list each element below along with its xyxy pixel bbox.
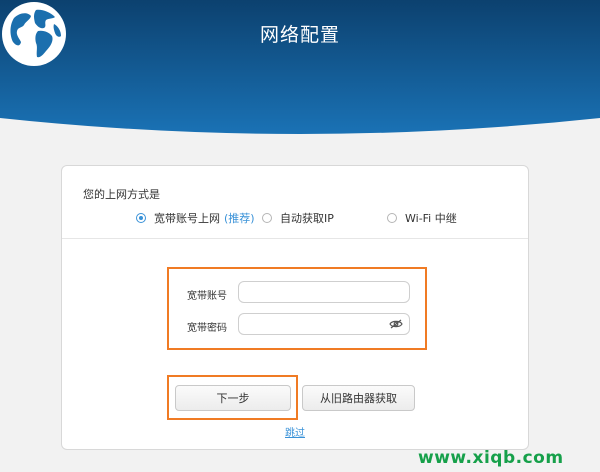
next-step-button[interactable]: 下一步 [175, 385, 291, 411]
radio-dhcp[interactable]: 自动获取IP [262, 210, 334, 226]
radio-dhcp-label: 自动获取IP [280, 212, 334, 225]
page-title: 网络配置 [259, 24, 340, 46]
radio-button[interactable] [262, 213, 272, 223]
radio-button-selected[interactable] [136, 213, 146, 223]
password-input[interactable] [238, 313, 410, 335]
watermark: www.xiqb.com [418, 448, 564, 468]
radio-button[interactable] [387, 213, 397, 223]
eye-icon[interactable] [389, 319, 403, 329]
divider [62, 238, 528, 239]
header-banner: 网络配置 [0, 0, 600, 140]
radio-pppoe-label: 宽带账号上网 [154, 212, 220, 225]
import-from-old-router-button[interactable]: 从旧路由器获取 [302, 385, 415, 411]
globe-icon [2, 2, 66, 66]
recommend-tag: (推荐) [224, 212, 255, 225]
radio-wifi-repeater-label: Wi-Fi 中继 [405, 212, 457, 225]
fields-highlight [167, 267, 427, 350]
connection-question: 您的上网方式是 [83, 188, 160, 201]
skip-link[interactable]: 跳过 [285, 424, 305, 439]
password-label: 宽带密码 [187, 323, 227, 334]
account-label: 宽带账号 [187, 291, 227, 302]
radio-wifi-repeater[interactable]: Wi-Fi 中继 [387, 210, 457, 226]
radio-pppoe[interactable]: 宽带账号上网 (推荐) [136, 210, 255, 226]
account-input[interactable] [238, 281, 410, 303]
